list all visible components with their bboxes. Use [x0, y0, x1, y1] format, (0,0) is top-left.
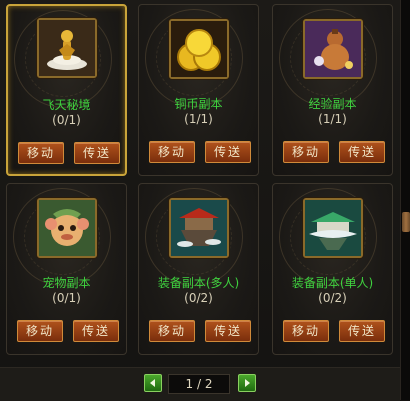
dungeon-name: 铜币副本 [174, 97, 223, 111]
dungeon-name: 装备副本(单人) [291, 276, 374, 290]
arrow-right-icon [245, 379, 250, 387]
dungeon-panel: 飞天秘境 (0/1) 移动 传送 铜币副本 (1/1) 移动 传送 经验副本 (… [0, 0, 400, 401]
page-indicator: 1 / 2 [168, 374, 230, 394]
dungeon-name: 宠物副本 [42, 276, 91, 290]
dungeon-count: (0/1) [52, 291, 81, 305]
teleport-button[interactable]: 传送 [73, 320, 119, 342]
experience-gourd-icon [303, 19, 363, 79]
dungeon-count: (1/1) [184, 112, 213, 126]
dungeon-card[interactable]: 经验副本 (1/1) 移动 传送 [272, 4, 393, 176]
teleport-button[interactable]: 传送 [205, 320, 251, 342]
dungeon-count: (1/1) [318, 112, 347, 126]
previous-page-button[interactable] [144, 374, 162, 392]
teleport-button[interactable]: 传送 [205, 141, 251, 163]
floating-palace-icon [169, 198, 229, 258]
dungeon-card[interactable]: 装备副本(多人) (0/2) 移动 传送 [138, 183, 259, 355]
gold-coins-icon [169, 19, 229, 79]
dungeon-count: (0/2) [318, 291, 347, 305]
arrow-left-icon [150, 379, 155, 387]
dungeon-card[interactable]: 装备副本(单人) (0/2) 移动 传送 [272, 183, 393, 355]
dungeon-card[interactable]: 飞天秘境 (0/1) 移动 传送 [6, 4, 127, 176]
dungeon-count: (0/1) [52, 113, 81, 127]
dungeon-card[interactable]: 铜币副本 (1/1) 移动 传送 [138, 4, 259, 176]
dungeon-card[interactable]: 宠物副本 (0/1) 移动 传送 [6, 183, 127, 355]
pet-monkey-icon [37, 198, 97, 258]
move-button[interactable]: 移动 [283, 141, 329, 163]
floating-pavilion-icon [303, 198, 363, 258]
teleport-button[interactable]: 传送 [339, 141, 385, 163]
scroll-thumb[interactable] [402, 212, 410, 232]
next-page-button[interactable] [238, 374, 256, 392]
dungeon-name: 飞天秘境 [42, 98, 91, 112]
pagination-bar: 1 / 2 [0, 367, 400, 401]
move-button[interactable]: 移动 [149, 141, 195, 163]
move-button[interactable]: 移动 [18, 142, 64, 164]
scrollbar[interactable] [400, 0, 410, 400]
golden-statue-icon [37, 18, 97, 78]
dungeon-count: (0/2) [184, 291, 213, 305]
move-button[interactable]: 移动 [149, 320, 195, 342]
teleport-button[interactable]: 传送 [339, 320, 385, 342]
move-button[interactable]: 移动 [17, 320, 63, 342]
dungeon-name: 装备副本(多人) [157, 276, 240, 290]
teleport-button[interactable]: 传送 [74, 142, 120, 164]
dungeon-name: 经验副本 [308, 97, 357, 111]
move-button[interactable]: 移动 [283, 320, 329, 342]
